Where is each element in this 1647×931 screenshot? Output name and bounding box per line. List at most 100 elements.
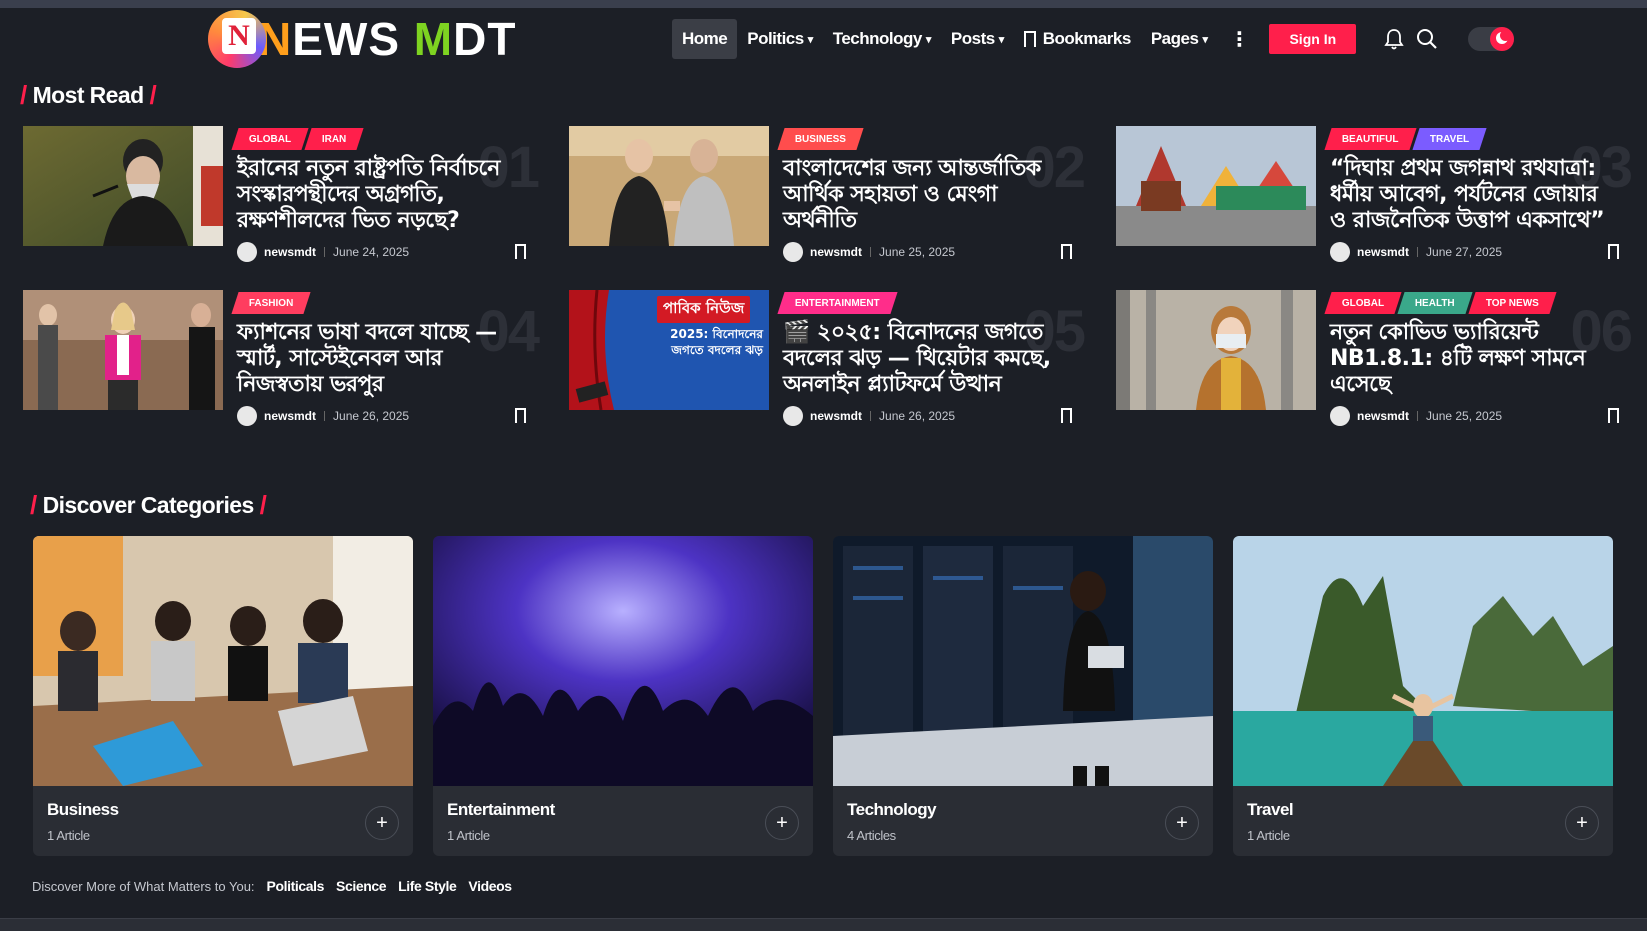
article-card[interactable]: 02 BUSINESS বাংলাদেশের জন্য আন্তর্জাতিক … — [569, 126, 1086, 264]
avatar — [237, 406, 257, 426]
bookmark-icon[interactable] — [1608, 244, 1619, 264]
bookmark-icon[interactable] — [515, 408, 526, 428]
category-image[interactable] — [33, 536, 413, 786]
article-title[interactable]: ফ্যাশনের ভাষা বদলে যাচ্ছে — স্মার্ট, সাস… — [237, 320, 527, 398]
plus-icon[interactable]: + — [365, 806, 399, 840]
chevron-down-icon: ▾ — [998, 33, 1005, 46]
category-card-business[interactable]: Business 1 Article + — [33, 536, 413, 856]
article-card[interactable]: 06 GLOBAL HEALTH TOP NEWS নতুন কোভিড ভ্য… — [1116, 290, 1633, 428]
discover-categories-heading: / Discover Categories / — [30, 490, 267, 520]
article-meta: newsmdt June 24, 2025 — [237, 242, 409, 262]
article-card[interactable]: 03 BEAUTIFUL TRAVEL “দিঘায় প্রথম জগন্না… — [1116, 126, 1633, 264]
bookmark-icon[interactable] — [1608, 408, 1619, 428]
category-card-travel[interactable]: Travel 1 Article + — [1233, 536, 1613, 856]
category-image[interactable] — [1233, 536, 1613, 786]
chevron-down-icon: ▾ — [1202, 33, 1208, 46]
tag-list: GLOBAL IRAN — [231, 128, 365, 150]
article-thumbnail[interactable] — [569, 126, 769, 246]
article-title[interactable]: “দিঘায় প্রথম জগন্নাথ রথযাত্রা: ধর্মীয় … — [1330, 156, 1620, 234]
article-thumbnail[interactable]: পাবিক নিউজ 2025: বিনোদনের জগতে বদলের ঝড় — [569, 290, 769, 410]
discover-more-label: Discover More of What Matters to You: — [32, 878, 255, 894]
category-count: 1 Article — [447, 828, 490, 843]
tag-list: GLOBAL HEALTH TOP NEWS — [1324, 292, 1557, 314]
avatar — [783, 242, 803, 262]
link-science[interactable]: Science — [336, 878, 387, 894]
tag-global[interactable]: GLOBAL — [231, 128, 309, 150]
avatar — [1330, 406, 1350, 426]
author-name[interactable]: newsmdt — [1357, 245, 1409, 259]
search-icon[interactable] — [1416, 28, 1438, 50]
category-image[interactable] — [833, 536, 1213, 786]
tag-fashion[interactable]: FASHION — [231, 292, 312, 314]
author-name[interactable]: newsmdt — [810, 245, 862, 259]
article-card[interactable]: পাবিক নিউজ 2025: বিনোদনের জগতে বদলের ঝড়… — [569, 290, 1086, 428]
nav-technology[interactable]: Technology ▾ — [823, 19, 941, 59]
author-name[interactable]: newsmdt — [1357, 409, 1409, 423]
tag-top-news[interactable]: TOP NEWS — [1468, 292, 1557, 314]
bookmark-icon[interactable] — [1061, 244, 1072, 264]
article-meta: newsmdt June 27, 2025 — [1330, 242, 1502, 262]
article-thumbnail[interactable] — [23, 290, 223, 410]
author-name[interactable]: newsmdt — [264, 409, 316, 423]
link-life-style[interactable]: Life Style — [398, 878, 457, 894]
bookmark-icon[interactable] — [515, 244, 526, 264]
discover-more-links: Discover More of What Matters to You: Po… — [32, 878, 512, 894]
tag-entertainment[interactable]: ENTERTAINMENT — [777, 292, 898, 314]
article-title[interactable]: 🎬 ২০২৫: বিনোদনের জগতে বদলের ঝড় — থিয়েট… — [783, 320, 1073, 398]
post-date: June 25, 2025 — [879, 245, 956, 259]
nav-posts[interactable]: Posts ▾ — [941, 19, 1014, 59]
logo-mark-icon: N — [208, 10, 266, 68]
plus-icon[interactable]: + — [1165, 806, 1199, 840]
avatar — [783, 406, 803, 426]
sign-in-button[interactable]: Sign In — [1269, 24, 1357, 54]
article-title[interactable]: বাংলাদেশের জন্য আন্তর্জাতিক আর্থিক সহায়… — [783, 156, 1073, 234]
category-card-entertainment[interactable]: Entertainment 1 Article + — [433, 536, 813, 856]
bookmark-icon[interactable] — [1061, 408, 1072, 428]
article-meta: newsmdt June 26, 2025 — [237, 406, 409, 426]
plus-icon[interactable]: + — [765, 806, 799, 840]
bell-icon[interactable] — [1384, 28, 1404, 50]
link-politicals[interactable]: Politicals — [267, 878, 325, 894]
tag-iran[interactable]: IRAN — [304, 128, 365, 150]
nav-pages[interactable]: Pages ▾ — [1141, 19, 1218, 59]
article-thumbnail[interactable] — [1116, 290, 1316, 410]
tag-beautiful[interactable]: BEAUTIFUL — [1324, 128, 1417, 150]
bottom-bar — [0, 918, 1647, 931]
more-menu-icon[interactable]: ⋮ — [1217, 27, 1261, 52]
moon-icon — [1490, 27, 1515, 51]
article-title[interactable]: নতুন কোভিড ভ্যারিয়েন্ট NB1.8.1: ৪টি লক্… — [1330, 320, 1620, 398]
thumbnail-banner: পাবিক নিউজ — [657, 296, 751, 323]
nav-politics[interactable]: Politics ▾ — [737, 19, 823, 59]
category-count: 1 Article — [47, 828, 90, 843]
article-card[interactable]: 01 GLOBAL IRAN ইরানের নতুন রাষ্ট্রপতি নি… — [23, 126, 540, 264]
tag-global[interactable]: GLOBAL — [1324, 292, 1402, 314]
site-header: N NEWS MDT Home Politics ▾ Technology ▾ Po… — [0, 8, 1647, 68]
nav-home[interactable]: Home — [672, 19, 738, 59]
category-name[interactable]: Business — [47, 800, 119, 820]
article-thumbnail[interactable] — [23, 126, 223, 246]
tag-list: BUSINESS — [777, 128, 864, 150]
tag-travel[interactable]: TRAVEL — [1412, 128, 1487, 150]
author-name[interactable]: newsmdt — [264, 245, 316, 259]
tag-list: ENTERTAINMENT — [777, 292, 898, 314]
category-name[interactable]: Entertainment — [447, 800, 555, 820]
category-image[interactable] — [433, 536, 813, 786]
site-logo[interactable]: N NEWS MDT — [208, 10, 517, 68]
article-card[interactable]: 04 FASHION ফ্যাশনের ভাষা বদলে যাচ্ছে — স… — [23, 290, 540, 428]
dark-mode-toggle[interactable] — [1468, 27, 1515, 51]
article-title[interactable]: ইরানের নতুন রাষ্ট্রপতি নির্বাচনে সংস্কার… — [237, 156, 527, 234]
link-videos[interactable]: Videos — [468, 878, 512, 894]
author-name[interactable]: newsmdt — [810, 409, 862, 423]
avatar — [237, 242, 257, 262]
browser-top-strip — [0, 0, 1647, 8]
logo-text: NEWS MDT — [258, 13, 517, 65]
category-name[interactable]: Travel — [1247, 800, 1294, 820]
article-thumbnail[interactable] — [1116, 126, 1316, 246]
nav-bookmarks[interactable]: Bookmarks — [1014, 19, 1141, 59]
tag-business[interactable]: BUSINESS — [777, 128, 864, 150]
category-card-technology[interactable]: Technology 4 Articles + — [833, 536, 1213, 856]
category-name[interactable]: Technology — [847, 800, 937, 820]
plus-icon[interactable]: + — [1565, 806, 1599, 840]
post-date: June 24, 2025 — [333, 245, 410, 259]
tag-health[interactable]: HEALTH — [1397, 292, 1473, 314]
